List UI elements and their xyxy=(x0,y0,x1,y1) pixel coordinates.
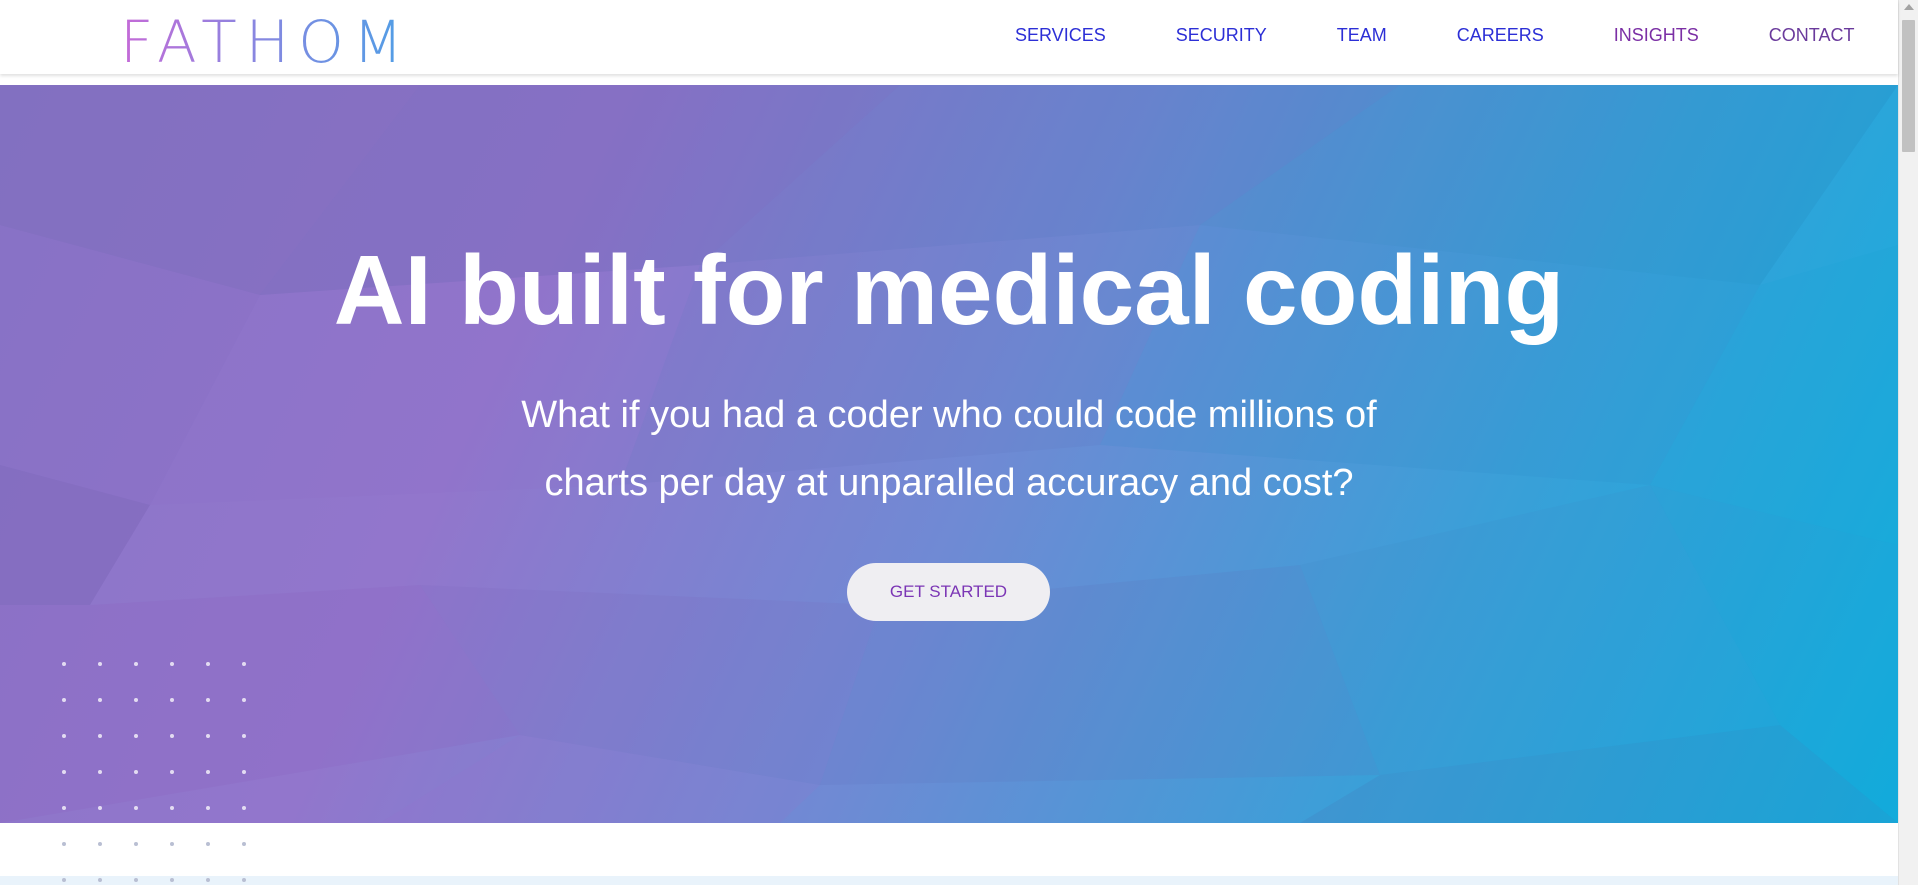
scroll-thumb[interactable] xyxy=(1902,20,1915,152)
site-header: FATHOM SERVICES SECURITY TEAM CAREERS IN… xyxy=(0,0,1898,74)
get-started-button[interactable]: GET STARTED xyxy=(847,563,1050,621)
nav-team-link[interactable]: TEAM xyxy=(1337,24,1387,46)
decorative-dot xyxy=(170,878,174,882)
decorative-dot xyxy=(134,734,138,738)
decorative-dot xyxy=(62,842,66,846)
decorative-dot xyxy=(62,734,66,738)
decorative-dot xyxy=(62,698,66,702)
decorative-dot xyxy=(134,878,138,882)
nav-insights-link[interactable]: INSIGHTS xyxy=(1614,24,1699,46)
fathom-logo[interactable]: FATHOM xyxy=(120,10,412,74)
hero-title: AI built for medical coding xyxy=(333,235,1565,345)
decorative-dot-grid xyxy=(62,662,246,882)
decorative-dot xyxy=(98,842,102,846)
decorative-dot xyxy=(134,806,138,810)
decorative-dot xyxy=(98,734,102,738)
decorative-dot xyxy=(242,662,246,666)
decorative-dot xyxy=(62,806,66,810)
scroll-up-icon[interactable] xyxy=(1904,4,1914,10)
decorative-dot xyxy=(62,770,66,774)
decorative-dot xyxy=(134,842,138,846)
nav-services-link[interactable]: SERVICES xyxy=(1015,24,1106,46)
decorative-dot xyxy=(242,734,246,738)
nav-contact-link[interactable]: CONTACT xyxy=(1769,24,1855,46)
decorative-dot xyxy=(62,662,66,666)
decorative-dot xyxy=(242,806,246,810)
decorative-dot xyxy=(134,698,138,702)
hero-subtitle-line-1: What if you had a coder who could code m… xyxy=(521,394,1377,436)
nav-careers-link[interactable]: CAREERS xyxy=(1457,24,1544,46)
hero-section: AI built for medical coding What if you … xyxy=(0,85,1898,823)
next-section-edge xyxy=(0,876,1898,885)
hero-subtitle-line-2: charts per day at unparalled accuracy an… xyxy=(544,462,1354,504)
decorative-dot xyxy=(98,770,102,774)
decorative-dot xyxy=(170,806,174,810)
decorative-dot xyxy=(170,734,174,738)
decorative-dot xyxy=(206,662,210,666)
decorative-dot xyxy=(170,770,174,774)
page-scrollbar[interactable] xyxy=(1898,0,1918,885)
decorative-dot xyxy=(170,842,174,846)
decorative-dot xyxy=(98,662,102,666)
decorative-dot xyxy=(242,698,246,702)
decorative-dot xyxy=(206,842,210,846)
nav-security-link[interactable]: SECURITY xyxy=(1176,24,1267,46)
decorative-dot xyxy=(134,770,138,774)
decorative-dot xyxy=(242,770,246,774)
decorative-dot xyxy=(242,878,246,882)
decorative-dot xyxy=(242,842,246,846)
decorative-dot xyxy=(206,734,210,738)
decorative-dot xyxy=(206,770,210,774)
decorative-dot xyxy=(206,878,210,882)
decorative-dot xyxy=(134,662,138,666)
decorative-dot xyxy=(206,806,210,810)
decorative-dot xyxy=(98,806,102,810)
decorative-dot xyxy=(98,698,102,702)
decorative-dot xyxy=(170,698,174,702)
decorative-dot xyxy=(206,698,210,702)
decorative-dot xyxy=(170,662,174,666)
decorative-dot xyxy=(62,878,66,882)
main-nav: SERVICES SECURITY TEAM CAREERS INSIGHTS … xyxy=(1015,24,1854,46)
hero-subtitle: What if you had a coder who could code m… xyxy=(0,381,1898,517)
decorative-dot xyxy=(98,878,102,882)
